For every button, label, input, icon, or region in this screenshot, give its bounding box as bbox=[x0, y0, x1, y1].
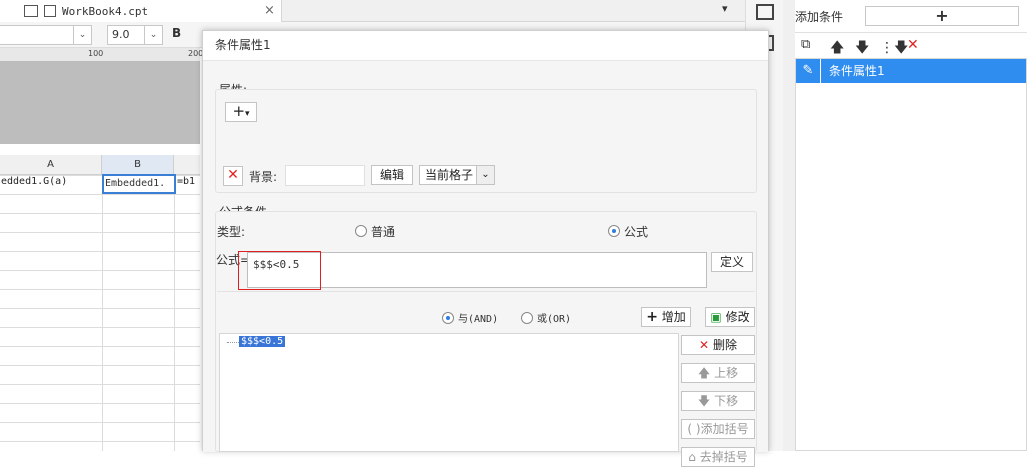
divider bbox=[217, 291, 755, 292]
condition-tree[interactable] bbox=[219, 333, 679, 452]
report-icon bbox=[44, 5, 56, 17]
grid-line bbox=[102, 175, 103, 451]
move-down-button[interactable]: 🡇 下移 bbox=[681, 391, 755, 411]
add-condition-button[interactable]: + bbox=[865, 6, 1019, 26]
font-family-select[interactable]: ⌄ bbox=[0, 25, 92, 45]
chevron-down-icon: ⌄ bbox=[144, 26, 162, 44]
splitter[interactable] bbox=[783, 0, 795, 451]
condition-item-label: 条件属性1 bbox=[829, 64, 885, 78]
close-icon[interactable]: × bbox=[264, 3, 275, 18]
type-formula-radio[interactable] bbox=[608, 225, 620, 237]
column-b-header[interactable]: B bbox=[102, 155, 174, 175]
remove-paren-label: 去掉括号 bbox=[699, 450, 748, 464]
type-formula-label: 公式 bbox=[624, 225, 649, 239]
edit-button[interactable]: 编辑 bbox=[371, 165, 413, 185]
copy-icon[interactable]: ⧉ bbox=[801, 37, 810, 52]
arrow-up-icon: 🡅 bbox=[697, 366, 711, 380]
ruler: 100 200 bbox=[0, 48, 204, 62]
delete-icon[interactable]: ✕ bbox=[907, 37, 919, 53]
dropdown-arrow-icon[interactable]: ▾ bbox=[722, 2, 738, 18]
cell-b1[interactable]: Embedded1. bbox=[102, 174, 176, 194]
column-a-header[interactable]: A bbox=[0, 155, 102, 175]
chevron-down-icon: ⌄ bbox=[73, 26, 91, 44]
chevron-down-icon: ⌄ bbox=[476, 166, 494, 184]
delete-button[interactable]: ✕ 删除 bbox=[681, 335, 755, 355]
grid-line bbox=[174, 175, 175, 451]
type-label: 类型: bbox=[217, 225, 246, 239]
add-condition-label: 添加条件 bbox=[795, 10, 844, 24]
plus-icon: + bbox=[646, 309, 658, 325]
move-up-label: 上移 bbox=[714, 366, 739, 380]
delete-icon: ✕ bbox=[699, 338, 710, 352]
dialog-title: 条件属性1 bbox=[203, 31, 768, 61]
condition-dialog: 条件属性1 属性: +▾ ✕ 背景: 编辑 当前格子⌄ 公式条件 类型: 普通 … bbox=[202, 30, 769, 467]
delete-button-label: 删除 bbox=[712, 338, 737, 352]
arrow-down-icon: 🡇 bbox=[697, 394, 711, 408]
chevron-down-icon: ▾ bbox=[245, 109, 250, 119]
add-button[interactable]: + 增加 bbox=[641, 307, 691, 327]
type-normal-label: 普通 bbox=[371, 225, 396, 239]
type-normal-radio[interactable] bbox=[355, 225, 367, 237]
report-header-area bbox=[0, 62, 200, 144]
add-attribute-button[interactable]: +▾ bbox=[225, 102, 257, 122]
remove-paren-button[interactable]: ⌂ 去掉括号 bbox=[681, 447, 755, 467]
tree-item[interactable]: $$$<0.5 bbox=[239, 336, 286, 347]
background-preview[interactable] bbox=[285, 165, 365, 186]
add-paren-label: 添加括号 bbox=[700, 422, 749, 436]
tab-workbook[interactable]: WorkBook4.cpt × bbox=[0, 0, 282, 22]
column-header: A B bbox=[0, 155, 200, 175]
sheet-grid[interactable] bbox=[0, 175, 200, 451]
add-paren-button[interactable]: ( )添加括号 bbox=[681, 419, 755, 439]
tree-branch bbox=[227, 342, 239, 343]
modify-icon: ▣ bbox=[710, 310, 722, 324]
move-up-button[interactable]: 🡅 上移 bbox=[681, 363, 755, 383]
move-down-label: 下移 bbox=[714, 394, 739, 408]
condition-panel: 添加条件 + ⧉ 🡅 🡇 ⋮🡇 ✕ ✎ 条件属性1 bbox=[795, 0, 1027, 451]
cell-a1[interactable]: edded1.G(a) bbox=[1, 176, 67, 187]
condition-item[interactable]: ✎ 条件属性1 bbox=[796, 59, 1026, 83]
parentheses-icon: ( ) bbox=[687, 422, 701, 436]
ruler-mark: 100 bbox=[88, 49, 104, 58]
condition-toolbar: ⧉ 🡅 🡇 ⋮🡇 ✕ bbox=[795, 32, 1027, 58]
cell-c1[interactable]: =b1 bbox=[177, 176, 195, 187]
scope-select[interactable]: 当前格子 ⌄ bbox=[419, 165, 495, 185]
tab-label: WorkBook4.cpt bbox=[62, 4, 149, 18]
and-radio[interactable] bbox=[442, 312, 454, 324]
ruler-mark: 200 bbox=[188, 49, 204, 58]
add-button-label: 增加 bbox=[661, 310, 686, 324]
scope-value: 当前格子 bbox=[425, 168, 474, 182]
edit-pencil-icon[interactable]: ✎ bbox=[796, 59, 821, 83]
plus-icon: + bbox=[232, 102, 246, 120]
or-radio[interactable] bbox=[521, 312, 533, 324]
remove-parentheses-icon: ⌂ bbox=[688, 450, 696, 464]
and-label: 与(AND) bbox=[458, 314, 499, 325]
grid-icon bbox=[24, 5, 38, 17]
delete-attribute-button[interactable]: ✕ bbox=[223, 166, 243, 186]
layout-icon[interactable] bbox=[756, 4, 774, 20]
formula-value: $$$<0.5 bbox=[238, 251, 321, 290]
background-label: 背景: bbox=[249, 170, 278, 184]
font-size-value: 9.0 bbox=[112, 28, 130, 41]
font-size-select[interactable]: 9.0 ⌄ bbox=[107, 25, 163, 45]
or-label: 或(OR) bbox=[537, 314, 572, 325]
define-button[interactable]: 定义 bbox=[711, 252, 753, 272]
modify-button-label: 修改 bbox=[725, 310, 750, 324]
dialog-body: 属性: +▾ ✕ 背景: 编辑 当前格子⌄ 公式条件 类型: 普通 公式 公式=… bbox=[203, 61, 768, 467]
bold-button[interactable]: B bbox=[172, 26, 181, 40]
condition-list bbox=[795, 58, 1027, 451]
modify-button[interactable]: ▣ 修改 bbox=[705, 307, 755, 327]
